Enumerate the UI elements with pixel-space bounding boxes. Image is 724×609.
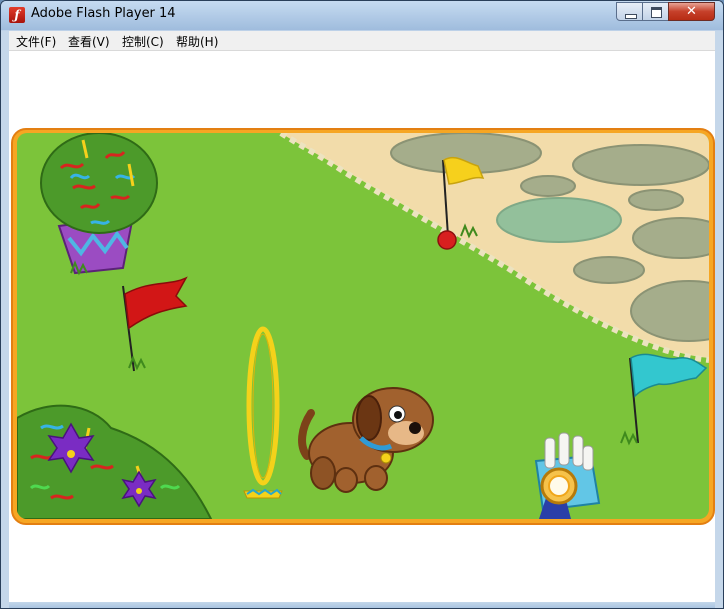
maximize-icon — [651, 7, 662, 18]
menu-file[interactable]: 文件(F) — [16, 33, 56, 50]
game-stage[interactable] — [11, 128, 715, 525]
window-title: Adobe Flash Player 14 — [31, 6, 176, 21]
flash-player-window: ƒ Adobe Flash Player 14 ✕ 文件(F) 查看(V) 控制… — [0, 0, 724, 609]
close-icon: ✕ — [686, 4, 697, 19]
menu-bar: 文件(F) 查看(V) 控制(C) 帮助(H) — [9, 31, 715, 51]
minimize-icon — [625, 14, 637, 19]
title-bar[interactable]: ƒ Adobe Flash Player 14 ✕ — [1, 1, 723, 30]
menu-control[interactable]: 控制(C) — [122, 33, 164, 50]
maximize-button[interactable] — [642, 2, 669, 21]
menu-help[interactable]: 帮助(H) — [176, 33, 218, 50]
flash-player-icon: ƒ — [9, 7, 25, 23]
menu-view[interactable]: 查看(V) — [68, 33, 110, 50]
close-button[interactable]: ✕ — [668, 2, 715, 21]
minimize-button[interactable] — [616, 2, 643, 21]
window-bottom-border — [9, 602, 715, 608]
